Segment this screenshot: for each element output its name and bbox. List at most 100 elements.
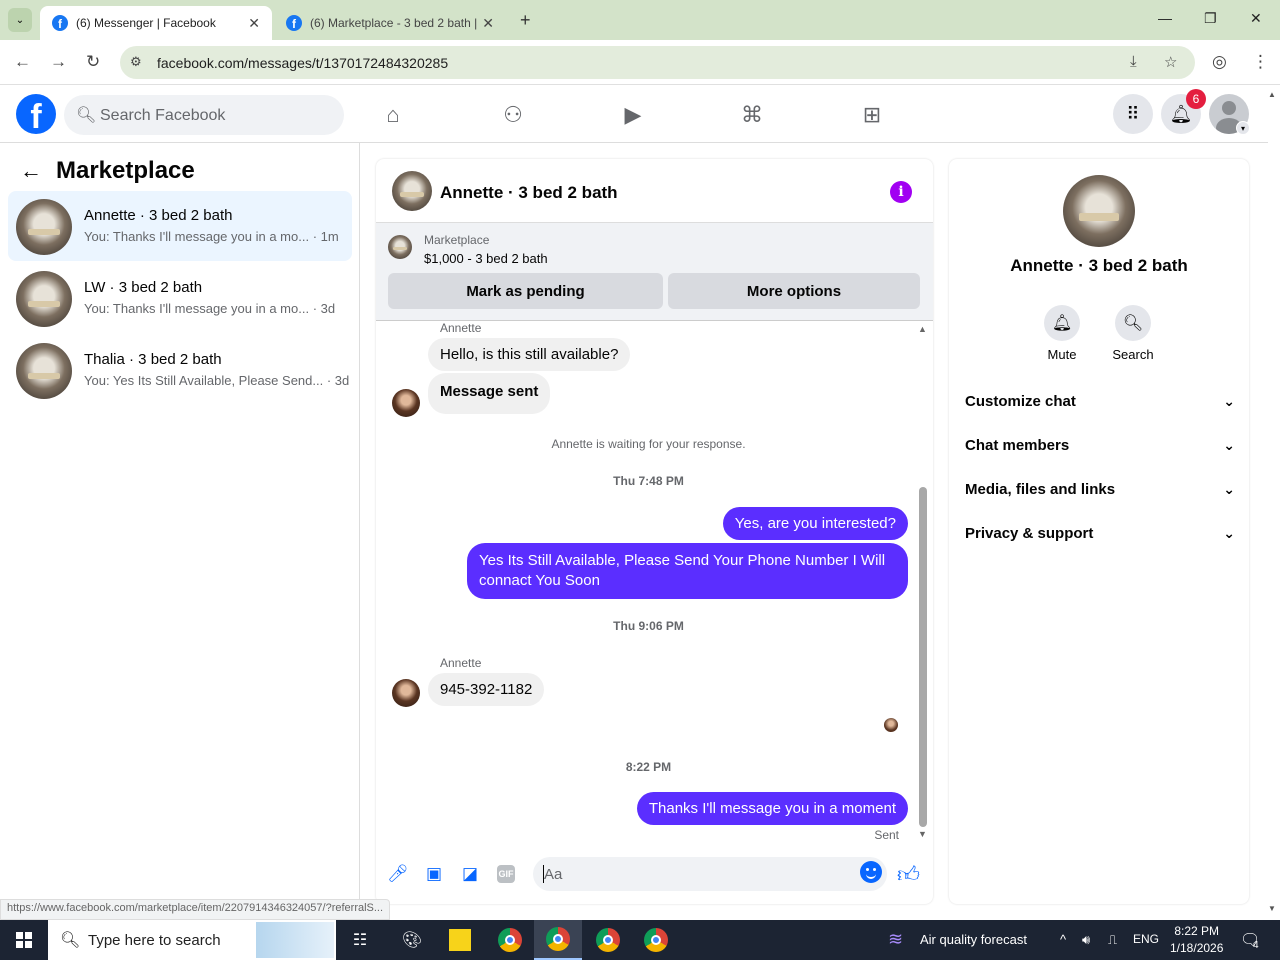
gif-icon[interactable]: GIF [497, 865, 515, 883]
marketplace-conversation-list: ← Marketplace Annette · 3 bed 2 bath You… [0, 143, 360, 920]
taskbar-clock[interactable]: 8:22 PM 1/18/2026 [1170, 923, 1223, 957]
address-bar[interactable]: ⚙ facebook.com/messages/t/13701724843202… [120, 46, 1195, 79]
customize-chat-section[interactable]: Customize chat ⌄ [965, 381, 1235, 421]
scroll-up-arrow[interactable]: ▲ [918, 324, 927, 334]
waiting-note: Annette is waiting for your response. [551, 437, 746, 451]
sticky-notes-icon[interactable] [436, 920, 484, 960]
taskbar-search-box[interactable]: 🔍︎ Type here to search [48, 920, 336, 960]
bell-icon: 🔔︎ [1044, 305, 1080, 341]
mute-button[interactable]: 🔔︎ Mute [1032, 305, 1092, 362]
search-placeholder: Search Facebook [100, 107, 226, 124]
listing-thumbnail [16, 199, 72, 255]
volume-icon[interactable]: 🔊︎ [1082, 932, 1090, 948]
chevron-up-icon[interactable]: ^ [1060, 932, 1066, 947]
emoji-icon[interactable] [860, 861, 882, 883]
windows-start-button[interactable] [0, 920, 48, 960]
media-files-links-section[interactable]: Media, files and links ⌄ [965, 469, 1235, 509]
message-status: Sent [874, 828, 899, 842]
page-scroll-down-arrow[interactable]: ▼ [1268, 904, 1276, 913]
windows-taskbar: 🔍︎ Type here to search ☷ 🎨︎ ≋ Air qualit… [0, 920, 1280, 960]
new-tab-button[interactable]: + [520, 10, 531, 31]
notification-badge: 6 [1186, 89, 1206, 109]
info-icon[interactable]: i [890, 181, 912, 203]
thumbs-up-icon[interactable]: 👍︎ [897, 861, 920, 888]
close-window-button[interactable]: ✕ [1250, 10, 1262, 27]
chrome-app-icon-active[interactable] [534, 920, 582, 960]
tab-search-button[interactable]: ⌄ [8, 8, 32, 32]
message-composer: 🎤︎ ▣ ◪ GIF Aa 👍︎ [376, 855, 933, 895]
bookmark-star-icon[interactable]: ☆ [1164, 53, 1177, 71]
back-arrow-icon[interactable]: ← [20, 158, 42, 184]
listing-price-title[interactable]: $1,000 - 3 bed 2 bath [424, 251, 548, 266]
profile-icon[interactable]: ◎ [1212, 52, 1227, 72]
listing-thumbnail[interactable] [388, 235, 412, 259]
chat-scrollbar[interactable] [919, 487, 927, 827]
menu-grid-icon[interactable]: ⠿ [1113, 94, 1153, 134]
section-label: Customize chat [965, 392, 1076, 410]
more-options-button[interactable]: More options [668, 273, 920, 309]
air-quality-icon[interactable]: ≋ [888, 929, 903, 950]
conversation-item[interactable]: Thalia · 3 bed 2 bath You: Yes Its Still… [8, 335, 352, 405]
facebook-header: f 🔍︎ Search Facebook ⌂ ⚇ ▶ ⌘ ⊞ ⠿ 🔔︎ 6 ▾ [0, 85, 1268, 143]
conversation-item[interactable]: Annette · 3 bed 2 bath You: Thanks I'll … [8, 191, 352, 261]
facebook-search-input[interactable]: 🔍︎ Search Facebook [64, 95, 344, 135]
scroll-down-arrow[interactable]: ▼ [918, 829, 927, 839]
weather-widget[interactable]: Air quality forecast [920, 932, 1027, 947]
language-indicator[interactable]: ENG [1133, 932, 1159, 946]
outgoing-message: Yes, are you interested? [722, 507, 908, 540]
avatar [392, 679, 420, 707]
install-app-icon[interactable]: ⤓ [1130, 53, 1137, 70]
forward-arrow-icon[interactable]: → [50, 52, 67, 72]
listing-thumbnail[interactable] [1063, 175, 1135, 247]
minimize-window-button[interactable]: — [1158, 10, 1172, 26]
sticker-icon[interactable]: ◪ [459, 863, 481, 885]
menu-kebab-icon[interactable]: ⋮ [1252, 52, 1269, 72]
tab-messenger[interactable]: f (6) Messenger | Facebook ✕ [40, 6, 272, 40]
privacy-support-section[interactable]: Privacy & support ⌄ [965, 513, 1235, 553]
site-info-icon[interactable]: ⚙ [130, 54, 142, 70]
url-text[interactable]: facebook.com/messages/t/1370172484320285 [157, 55, 448, 71]
task-view-icon[interactable]: ☷ [336, 920, 384, 960]
video-icon[interactable]: ▶ [619, 102, 647, 128]
sender-name: Annette [440, 656, 482, 670]
conversation-name: Annette · 3 bed 2 bath [84, 207, 233, 224]
friends-icon[interactable]: ⚇ [499, 102, 527, 128]
listing-thumbnail [16, 343, 72, 399]
listing-thumbnail[interactable] [392, 171, 432, 211]
close-tab-icon[interactable]: ✕ [482, 15, 494, 32]
browser-toolbar: ← → ↻ ⚙ facebook.com/messages/t/13701724… [0, 40, 1280, 85]
close-tab-icon[interactable]: ✕ [248, 15, 260, 32]
gaming-icon[interactable]: ⊞ [858, 102, 886, 128]
listing-thumbnail [16, 271, 72, 327]
message-input[interactable]: Aa [533, 857, 887, 891]
page-scroll-up-arrow[interactable]: ▲ [1268, 90, 1276, 99]
chat-title[interactable]: Annette · 3 bed 2 bath [440, 183, 618, 203]
chevron-down-icon[interactable]: ▾ [1236, 121, 1250, 135]
chrome-app-icon[interactable] [486, 920, 534, 960]
facebook-logo[interactable]: f [16, 94, 56, 134]
search-icon: 🔍︎ [1115, 305, 1151, 341]
chevron-down-icon: ⌄ [1223, 480, 1235, 497]
paint-app-icon[interactable]: 🎨︎ [388, 920, 436, 960]
chevron-down-icon: ⌄ [1223, 436, 1235, 453]
mark-as-pending-button[interactable]: Mark as pending [388, 273, 663, 309]
back-arrow-icon[interactable]: ← [14, 52, 31, 72]
taskbar-search-placeholder: Type here to search [88, 932, 221, 949]
conversation-snippet: You: Thanks I'll message you in a mo... … [84, 301, 336, 316]
tab-marketplace[interactable]: f (6) Marketplace - 3 bed 2 bath | ✕ [274, 6, 506, 40]
outgoing-message: Thanks I'll message you in a moment [636, 792, 908, 825]
chrome-app-icon[interactable] [584, 920, 632, 960]
chat-members-section[interactable]: Chat members ⌄ [965, 425, 1235, 465]
chrome-app-icon[interactable] [632, 920, 680, 960]
incoming-message: Hello, is this still available? [428, 338, 631, 371]
photo-icon[interactable]: ▣ [423, 863, 445, 885]
reload-icon[interactable]: ↻ [86, 52, 100, 72]
home-icon[interactable]: ⌂ [379, 102, 407, 128]
microphone-icon[interactable]: 🎤︎ [387, 863, 409, 885]
conversation-item[interactable]: LW · 3 bed 2 bath You: Thanks I'll messa… [8, 263, 352, 333]
search-conversation-button[interactable]: 🔍︎ Search [1103, 305, 1163, 362]
conversation-snippet: You: Thanks I'll message you in a mo... … [84, 229, 339, 244]
marketplace-icon[interactable]: ⌘ [738, 102, 766, 128]
restore-window-button[interactable]: ❐ [1204, 10, 1217, 27]
network-icon[interactable]: ⎍ [1108, 932, 1117, 948]
